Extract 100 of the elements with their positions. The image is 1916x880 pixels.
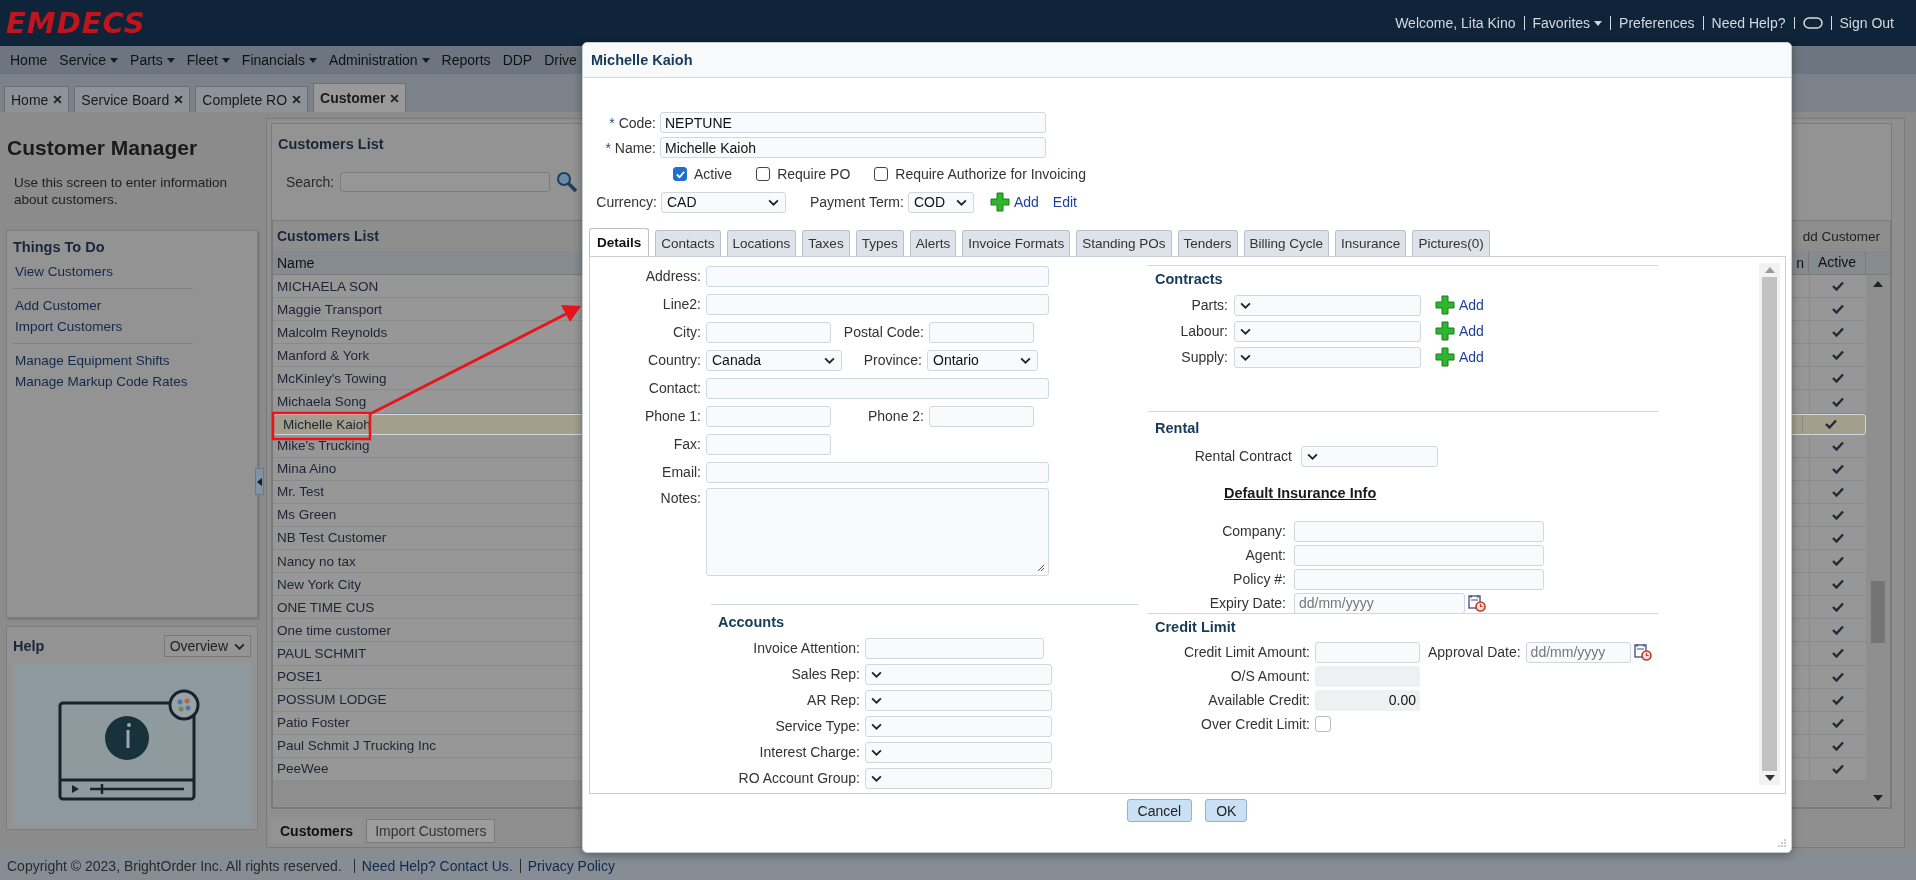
- footer-link[interactable]: Need Help? Contact Us.: [353, 859, 520, 873]
- footer-link[interactable]: Privacy Policy: [519, 859, 622, 873]
- date-field[interactable]: dd/mm/yyyy: [1525, 641, 1631, 663]
- text-field[interactable]: [929, 405, 1034, 427]
- tab[interactable]: Import Customers: [366, 819, 496, 843]
- todo-link[interactable]: Add Customer: [15, 298, 193, 313]
- text-field[interactable]: [706, 377, 1049, 399]
- edit-link[interactable]: Edit: [1052, 194, 1077, 210]
- tab[interactable]: Taxes: [802, 230, 850, 256]
- text-field[interactable]: [706, 461, 1049, 483]
- tab[interactable]: Service Board: [74, 86, 191, 112]
- tab[interactable]: Customers: [271, 819, 363, 843]
- date-field[interactable]: dd/mm/yyyy: [1294, 592, 1465, 614]
- cancel-button[interactable]: Cancel: [1126, 799, 1193, 822]
- resize-grip[interactable]: [1037, 564, 1045, 572]
- favorites-menu[interactable]: Favorites: [1523, 16, 1611, 30]
- plus-icon[interactable]: [1435, 295, 1455, 315]
- plus-icon[interactable]: [1435, 321, 1455, 341]
- menu-item[interactable]: Drive: [544, 52, 577, 68]
- tab[interactable]: Billing Cycle: [1243, 230, 1330, 256]
- text-field[interactable]: [706, 293, 1049, 315]
- todo-link[interactable]: Import Customers: [15, 319, 193, 334]
- add-link[interactable]: Add: [1013, 194, 1039, 210]
- scroll-up-icon[interactable]: [1873, 281, 1883, 287]
- tab[interactable]: Pictures(0): [1412, 230, 1490, 256]
- plus-icon[interactable]: [1435, 347, 1455, 367]
- dropdown-field[interactable]: [1234, 294, 1421, 316]
- overview-dropdown[interactable]: Overview: [163, 635, 251, 657]
- tab[interactable]: Alerts: [909, 230, 957, 256]
- todo-link[interactable]: Manage Equipment Shifts: [15, 353, 193, 368]
- add-customer-button[interactable]: dd Customer: [1802, 228, 1880, 244]
- plus-icon[interactable]: [989, 192, 1010, 212]
- code-field[interactable]: NEPTUNE: [660, 112, 1046, 133]
- text-field[interactable]: [865, 637, 1044, 659]
- header-link[interactable]: Preferences: [1610, 16, 1703, 30]
- close-icon[interactable]: [174, 95, 184, 104]
- checkbox[interactable]: [874, 167, 889, 181]
- text-field[interactable]: [929, 321, 1034, 343]
- menu-item[interactable]: Home: [10, 52, 48, 68]
- dropdown-field[interactable]: Ontario: [927, 349, 1038, 371]
- checkbox[interactable]: [756, 167, 771, 181]
- add-link[interactable]: Add: [1459, 349, 1484, 365]
- menu-item[interactable]: Fleet: [186, 52, 230, 68]
- dropdown-field[interactable]: [865, 689, 1052, 711]
- todo-link[interactable]: Manage Markup Code Rates: [15, 374, 193, 389]
- menu-item[interactable]: Parts: [130, 52, 175, 68]
- tab[interactable]: Customer: [313, 83, 407, 112]
- tab[interactable]: Insurance: [1335, 230, 1407, 256]
- dropdown-field[interactable]: [865, 715, 1052, 737]
- add-link[interactable]: Add: [1459, 323, 1484, 339]
- dropdown-field[interactable]: Canada: [706, 349, 842, 371]
- text-field[interactable]: [706, 265, 1049, 287]
- text-field[interactable]: [1294, 544, 1544, 566]
- collapse-handle[interactable]: [255, 468, 264, 495]
- checkbox[interactable]: [1315, 716, 1331, 732]
- ok-button[interactable]: OK: [1205, 799, 1248, 822]
- text-field[interactable]: [1294, 568, 1544, 590]
- header-link[interactable]: Need Help?: [1702, 16, 1794, 30]
- menu-item[interactable]: Service: [59, 52, 119, 68]
- tab[interactable]: Types: [855, 230, 904, 256]
- column-header[interactable]: Name: [273, 254, 315, 271]
- add-link[interactable]: Add: [1459, 297, 1484, 313]
- close-icon[interactable]: [390, 93, 400, 103]
- scroll-down-icon[interactable]: [1873, 795, 1883, 801]
- scrollbar[interactable]: [1759, 263, 1780, 785]
- resize-grip[interactable]: [1777, 838, 1787, 848]
- tab[interactable]: Invoice Formats: [962, 230, 1071, 256]
- calendar-icon[interactable]: [1633, 643, 1652, 661]
- currency-dropdown[interactable]: CAD: [661, 191, 786, 213]
- checkbox[interactable]: [673, 167, 687, 181]
- close-icon[interactable]: [292, 95, 302, 104]
- header-link[interactable]: Sign Out: [1830, 16, 1902, 30]
- dropdown-field[interactable]: [1234, 346, 1421, 368]
- dropdown-field[interactable]: [865, 741, 1052, 763]
- text-field[interactable]: [706, 405, 831, 427]
- menu-item[interactable]: DDP: [502, 52, 533, 68]
- search-field[interactable]: [340, 172, 551, 192]
- search-icon[interactable]: [556, 171, 579, 193]
- tab[interactable]: Contacts: [655, 230, 721, 256]
- scroll-up-icon[interactable]: [1764, 267, 1775, 273]
- name-field[interactable]: Michelle Kaioh: [660, 137, 1046, 158]
- toggle-icon[interactable]: [1802, 17, 1823, 29]
- text-field[interactable]: [706, 321, 831, 343]
- payment-term-dropdown[interactable]: COD: [907, 191, 974, 213]
- column-header[interactable]: n: [1796, 254, 1808, 271]
- dropdown-field[interactable]: [865, 767, 1052, 789]
- dropdown-field[interactable]: [865, 663, 1052, 685]
- text-field[interactable]: [706, 433, 831, 455]
- tab[interactable]: Standing POs: [1076, 230, 1172, 256]
- calendar-icon[interactable]: [1468, 594, 1486, 612]
- tab[interactable]: Tenders: [1177, 230, 1238, 256]
- todo-link[interactable]: View Customers: [15, 264, 193, 279]
- tab[interactable]: Home: [4, 86, 70, 112]
- menu-item[interactable]: Reports: [441, 52, 491, 68]
- dropdown-field[interactable]: [1301, 445, 1438, 467]
- dropdown-field[interactable]: [1234, 320, 1421, 342]
- scroll-down-icon[interactable]: [1764, 775, 1775, 781]
- close-icon[interactable]: [53, 95, 63, 104]
- text-field[interactable]: [1294, 520, 1544, 542]
- notes-field[interactable]: [706, 488, 1049, 576]
